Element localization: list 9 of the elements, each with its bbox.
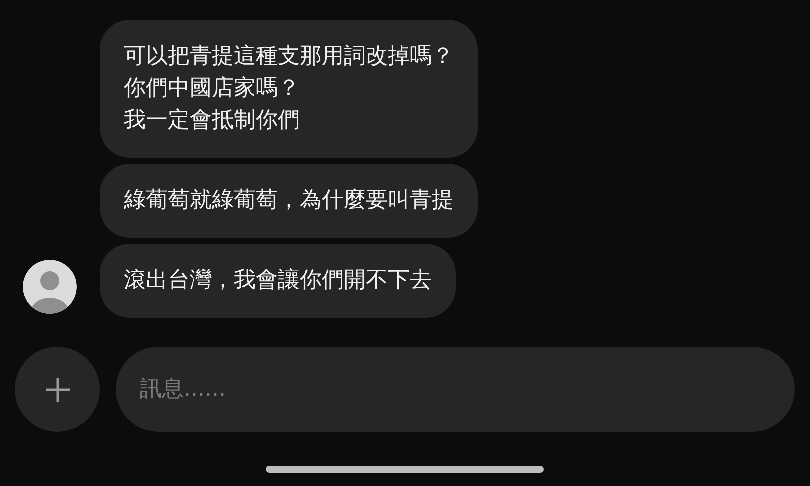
home-indicator[interactable] bbox=[266, 466, 544, 473]
message-text: 滾出台灣，我會讓你們開不下去 bbox=[124, 267, 432, 295]
message-text: 我一定會抵制你們 bbox=[124, 107, 301, 135]
message-text: 可以把青提這種支那用詞改掉嗎？ bbox=[124, 43, 454, 71]
message-text: 你們中國店家嗎？ bbox=[124, 75, 301, 103]
message-input[interactable]: 訊息...... bbox=[116, 347, 795, 432]
avatar-icon[interactable] bbox=[23, 260, 77, 314]
plus-icon bbox=[44, 376, 70, 402]
message-text: 綠葡萄就綠葡萄，為什麼要叫青提 bbox=[124, 187, 454, 215]
